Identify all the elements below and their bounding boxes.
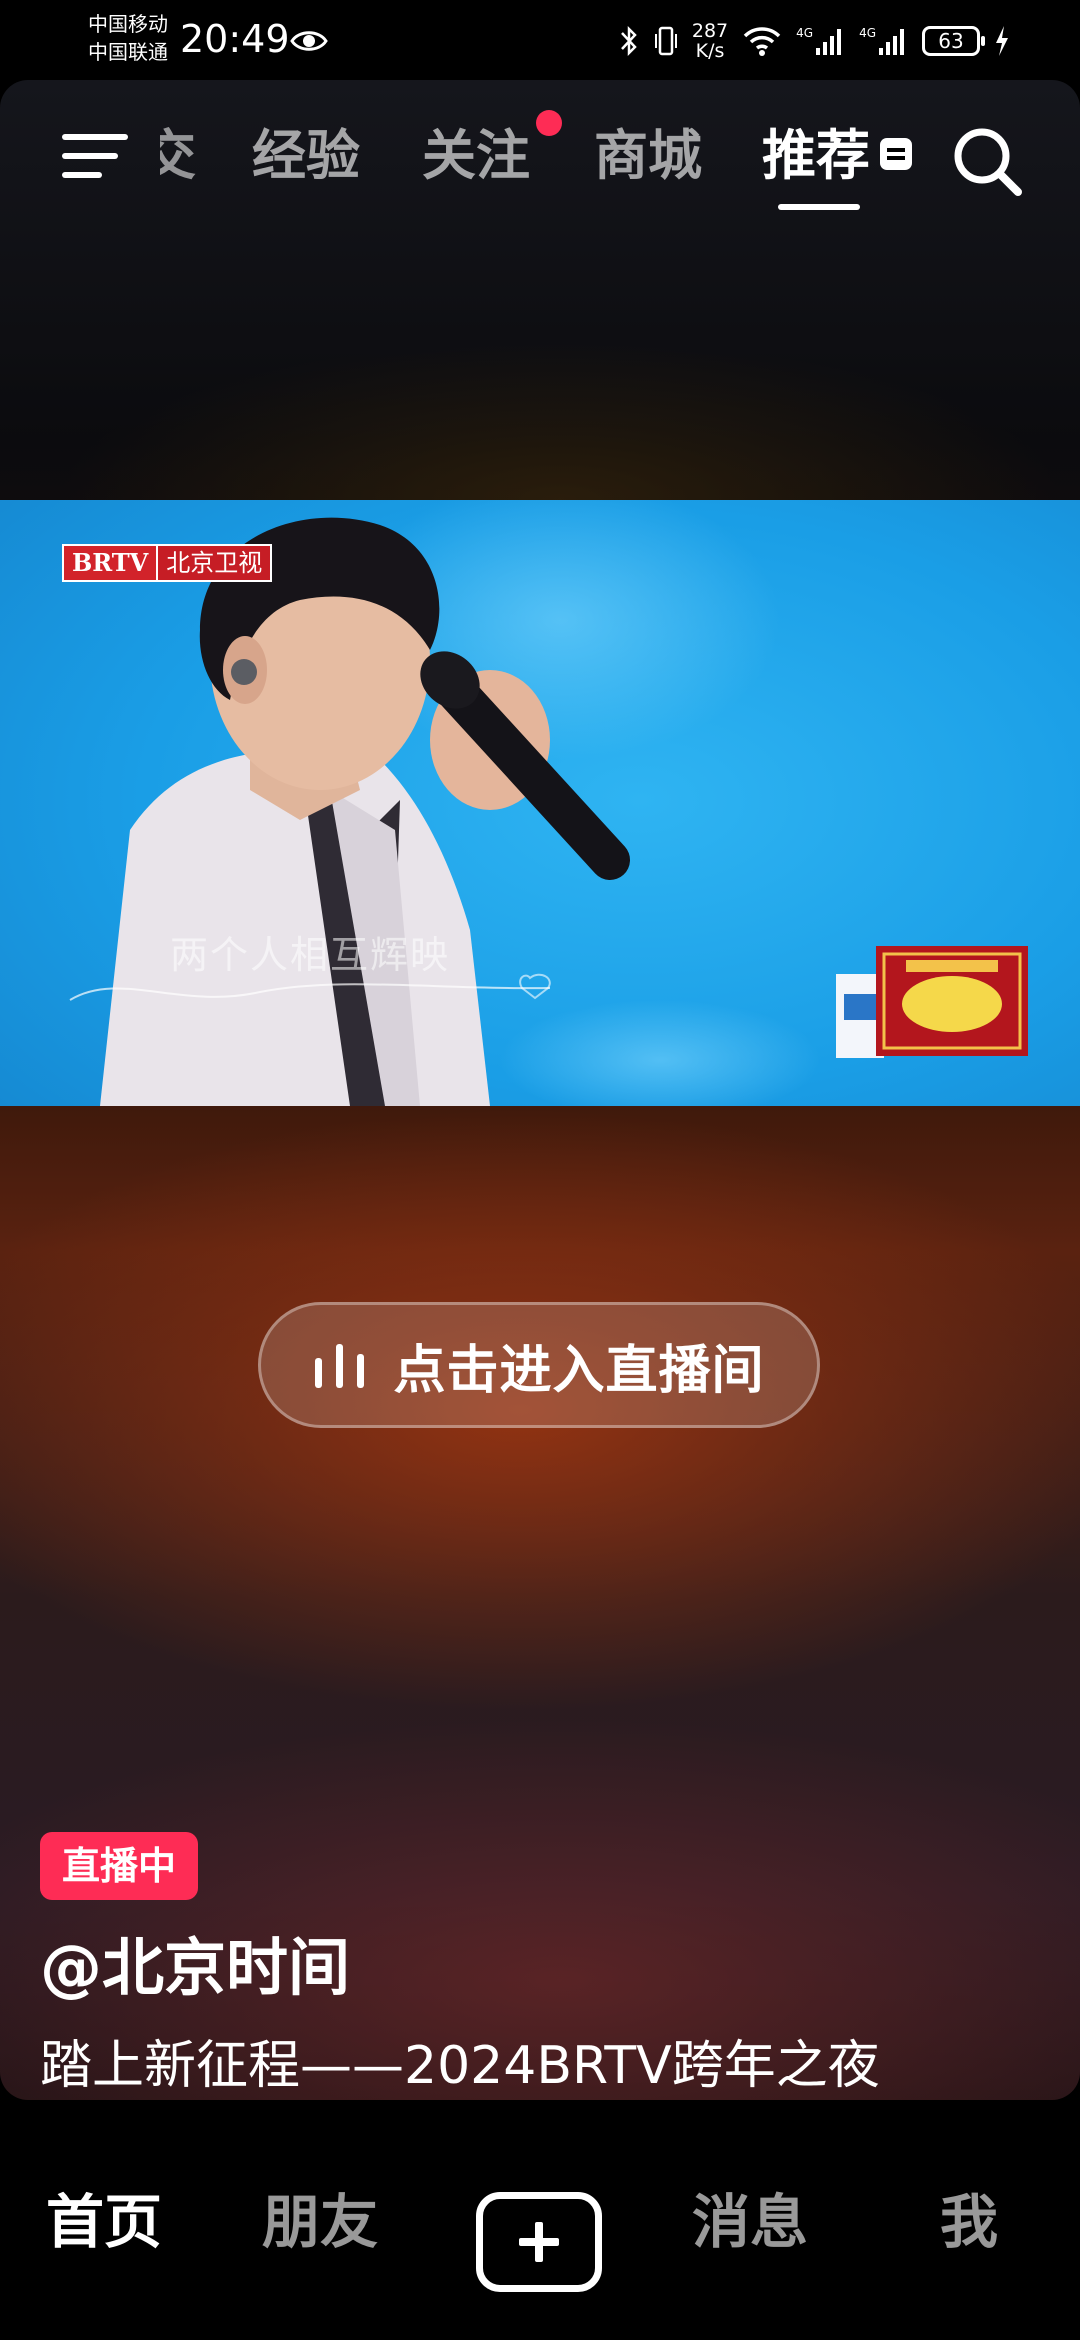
author-name[interactable]: @北京时间 — [40, 1928, 350, 2008]
bottom-navigation: 首页 朋友 消息 我 — [0, 2100, 1080, 2340]
recommend-badge-icon — [880, 138, 912, 170]
tab-experience[interactable]: 经验 — [252, 124, 360, 188]
network-speed-unit: K/s — [695, 40, 725, 62]
network-type-2: 4G — [859, 26, 876, 40]
plus-icon — [519, 2222, 559, 2262]
tab-partial-label: 交 — [160, 124, 196, 187]
signal-bars-icon — [816, 29, 842, 55]
wifi-icon — [743, 27, 781, 56]
top-navigation: 交 经验 关注 商城 推荐 — [0, 110, 1080, 220]
eye-icon — [290, 31, 328, 51]
carrier-labels: 中国移动 中国联通 — [88, 10, 168, 66]
charging-icon — [996, 26, 1008, 56]
network-speed: 287 K/s — [692, 21, 728, 61]
live-video-preview[interactable]: BRTV 北京卫视 两个人相互辉映 — [0, 500, 1080, 1106]
network-speed-value: 287 — [691, 20, 729, 42]
search-icon[interactable] — [950, 124, 1024, 198]
cellular-signal-2: 4G — [859, 26, 908, 56]
tab-following[interactable]: 关注 — [422, 124, 530, 188]
app-screen: 中国移动 中国联通 20:49 287 K/s 4G 4G 63 交 经验 关注… — [0, 0, 1080, 2340]
carrier-2: 中国联通 — [88, 40, 168, 64]
enter-live-room-button[interactable]: 点击进入直播间 — [258, 1302, 820, 1428]
video-description: 踏上新征程——2024BRTV跨年之夜 — [40, 2036, 880, 2096]
nav-messages[interactable]: 消息 — [692, 2184, 808, 2260]
clock: 20:49 — [180, 17, 290, 61]
channel-name: 北京卫视 — [156, 546, 271, 580]
tab-mall[interactable]: 商城 — [594, 124, 702, 188]
menu-icon[interactable] — [60, 128, 130, 184]
status-icons: 287 K/s 4G 4G 63 — [618, 16, 1010, 66]
nav-home[interactable]: 首页 — [46, 2184, 162, 2260]
cellular-signal-1: 4G — [796, 26, 845, 56]
channel-logo-text: BRTV — [64, 546, 157, 580]
sponsor-product-image — [836, 946, 1028, 1058]
notification-dot — [536, 110, 562, 136]
signal-bars-icon — [879, 29, 904, 55]
status-bar: 中国移动 中国联通 20:49 287 K/s 4G 4G 63 — [0, 0, 1080, 80]
battery-indicator: 63 — [922, 26, 985, 56]
carrier-1: 中国移动 — [88, 12, 168, 36]
create-post-button[interactable] — [476, 2192, 602, 2292]
lyric-ornament — [69, 973, 551, 1001]
live-bars-icon — [315, 1344, 365, 1388]
network-type-1: 4G — [796, 26, 814, 40]
tab-recommend[interactable]: 推荐 — [762, 124, 870, 188]
tab-partial[interactable]: 交 — [160, 124, 196, 188]
active-tab-indicator — [778, 204, 860, 210]
channel-logo: BRTV 北京卫视 — [62, 544, 273, 582]
nav-me[interactable]: 我 — [940, 2184, 998, 2260]
live-status-badge: 直播中 — [40, 1832, 198, 1900]
enter-live-room-label: 点击进入直播间 — [393, 1340, 765, 1401]
bluetooth-icon — [620, 25, 637, 57]
nav-friends[interactable]: 朋友 — [262, 2184, 378, 2260]
vibrate-icon — [654, 26, 677, 56]
